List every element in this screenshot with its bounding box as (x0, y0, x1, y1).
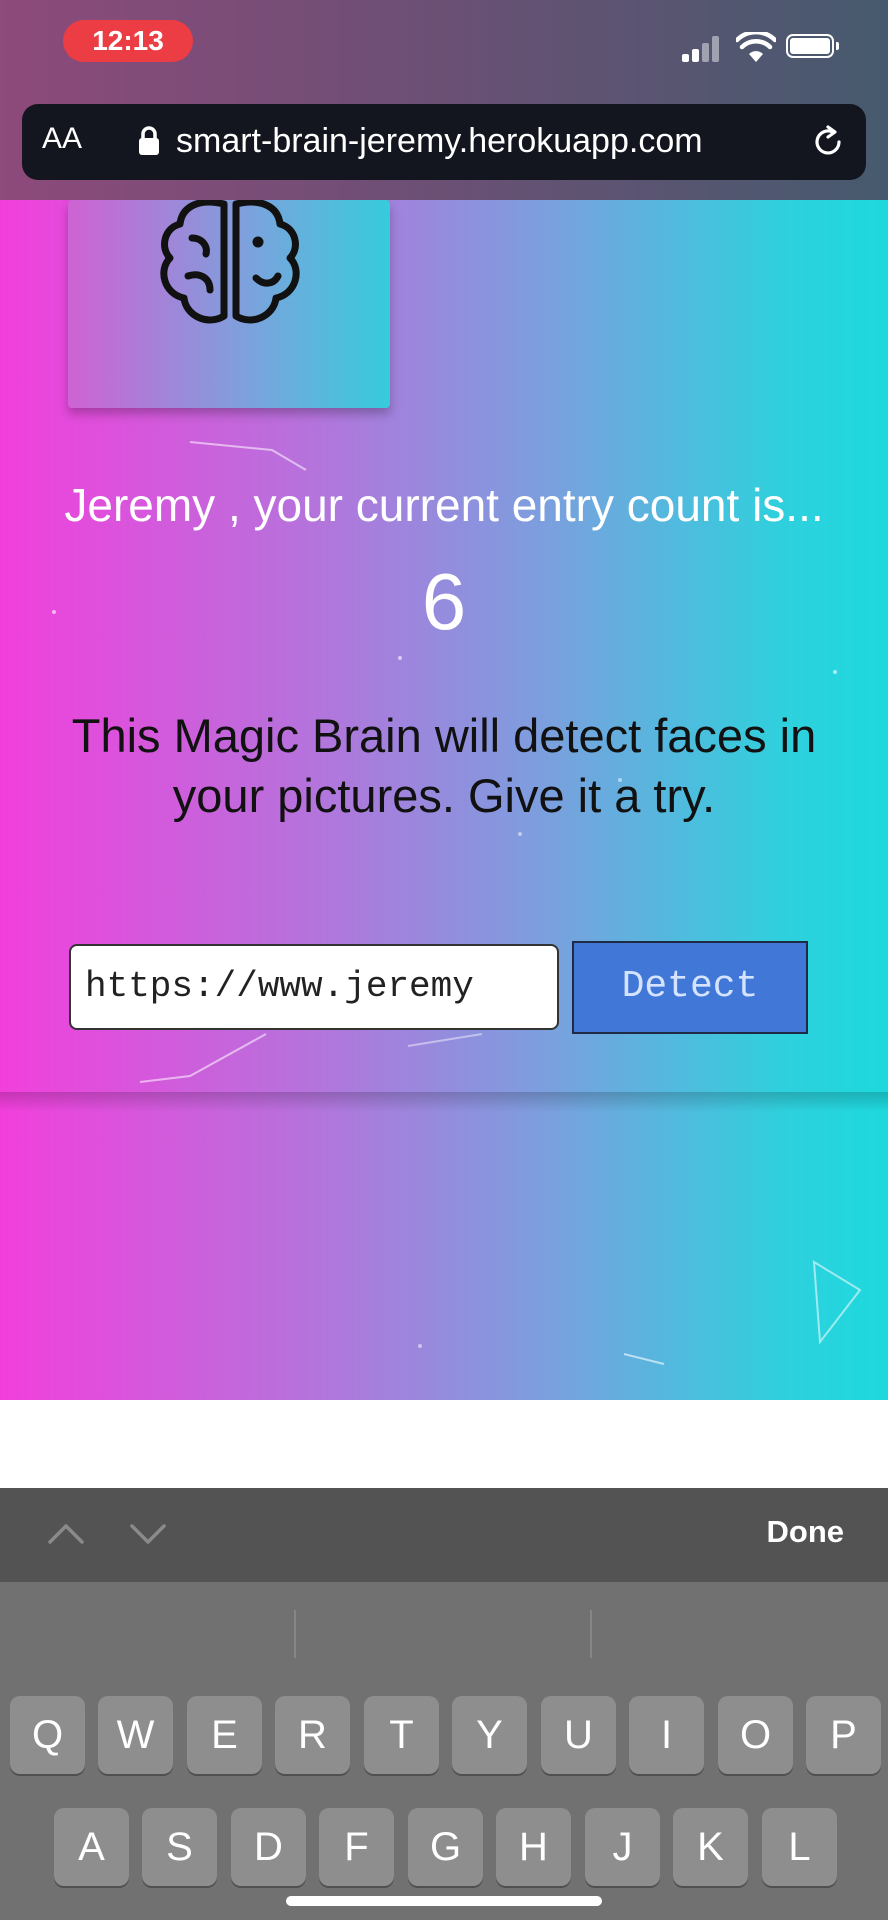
key-h[interactable]: H (496, 1808, 571, 1886)
page-footer-area (0, 1400, 888, 1488)
address-bar[interactable]: AA smart-brain-jeremy.herokuapp.com (22, 104, 866, 180)
suggestion-divider (294, 1610, 296, 1658)
key-g[interactable]: G (408, 1808, 483, 1886)
reload-icon[interactable] (810, 124, 846, 160)
key-r[interactable]: R (275, 1696, 350, 1774)
url-text[interactable]: smart-brain-jeremy.herokuapp.com (176, 122, 703, 161)
key-i[interactable]: I (629, 1696, 704, 1774)
logo-card (68, 198, 390, 408)
key-u[interactable]: U (541, 1696, 616, 1774)
key-l[interactable]: L (762, 1808, 837, 1886)
key-w[interactable]: W (98, 1696, 173, 1774)
key-a[interactable]: A (54, 1808, 129, 1886)
text-size-button[interactable]: AA (42, 122, 82, 156)
status-time: 12:13 (63, 20, 193, 62)
brain-icon (160, 198, 300, 324)
key-k[interactable]: K (673, 1808, 748, 1886)
key-o[interactable]: O (718, 1696, 793, 1774)
detect-button[interactable]: Detect (572, 941, 808, 1034)
chevron-up-icon[interactable] (46, 1514, 86, 1554)
tagline: This Magic Brain will detect faces in yo… (0, 706, 888, 826)
suggestion-divider (590, 1610, 592, 1658)
home-indicator[interactable] (286, 1896, 602, 1906)
key-q[interactable]: Q (10, 1696, 85, 1774)
key-d[interactable]: D (231, 1808, 306, 1886)
done-button[interactable]: Done (767, 1514, 845, 1550)
battery-icon (786, 34, 839, 58)
key-p[interactable]: P (806, 1696, 881, 1774)
key-y[interactable]: Y (452, 1696, 527, 1774)
chevron-down-icon[interactable] (128, 1514, 168, 1554)
key-f[interactable]: F (319, 1808, 394, 1886)
lock-icon (139, 126, 159, 155)
keyboard: Q W E R T Y U I O P A S D F G H J K L (0, 1582, 888, 1920)
image-url-input[interactable]: https://www.jeremy (69, 944, 559, 1030)
keyboard-accessory-bar: Done (0, 1488, 888, 1582)
key-e[interactable]: E (187, 1696, 262, 1774)
key-t[interactable]: T (364, 1696, 439, 1774)
browser-chrome: 12:13 AA smart-brain-jeremy.herokuapp.co… (0, 0, 888, 200)
entry-count-value: 6 (421, 557, 467, 646)
entry-count-message: Jeremy , your current entry count is... (64, 479, 824, 531)
key-j[interactable]: J (585, 1808, 660, 1886)
wifi-icon (736, 32, 776, 62)
form-card-shadow (0, 1092, 888, 1112)
tagline-line-1: This Magic Brain will detect faces in (71, 709, 817, 762)
tagline-line-2: your pictures. Give it a try. (172, 769, 716, 822)
cellular-signal-icon (682, 36, 726, 62)
key-s[interactable]: S (142, 1808, 217, 1886)
